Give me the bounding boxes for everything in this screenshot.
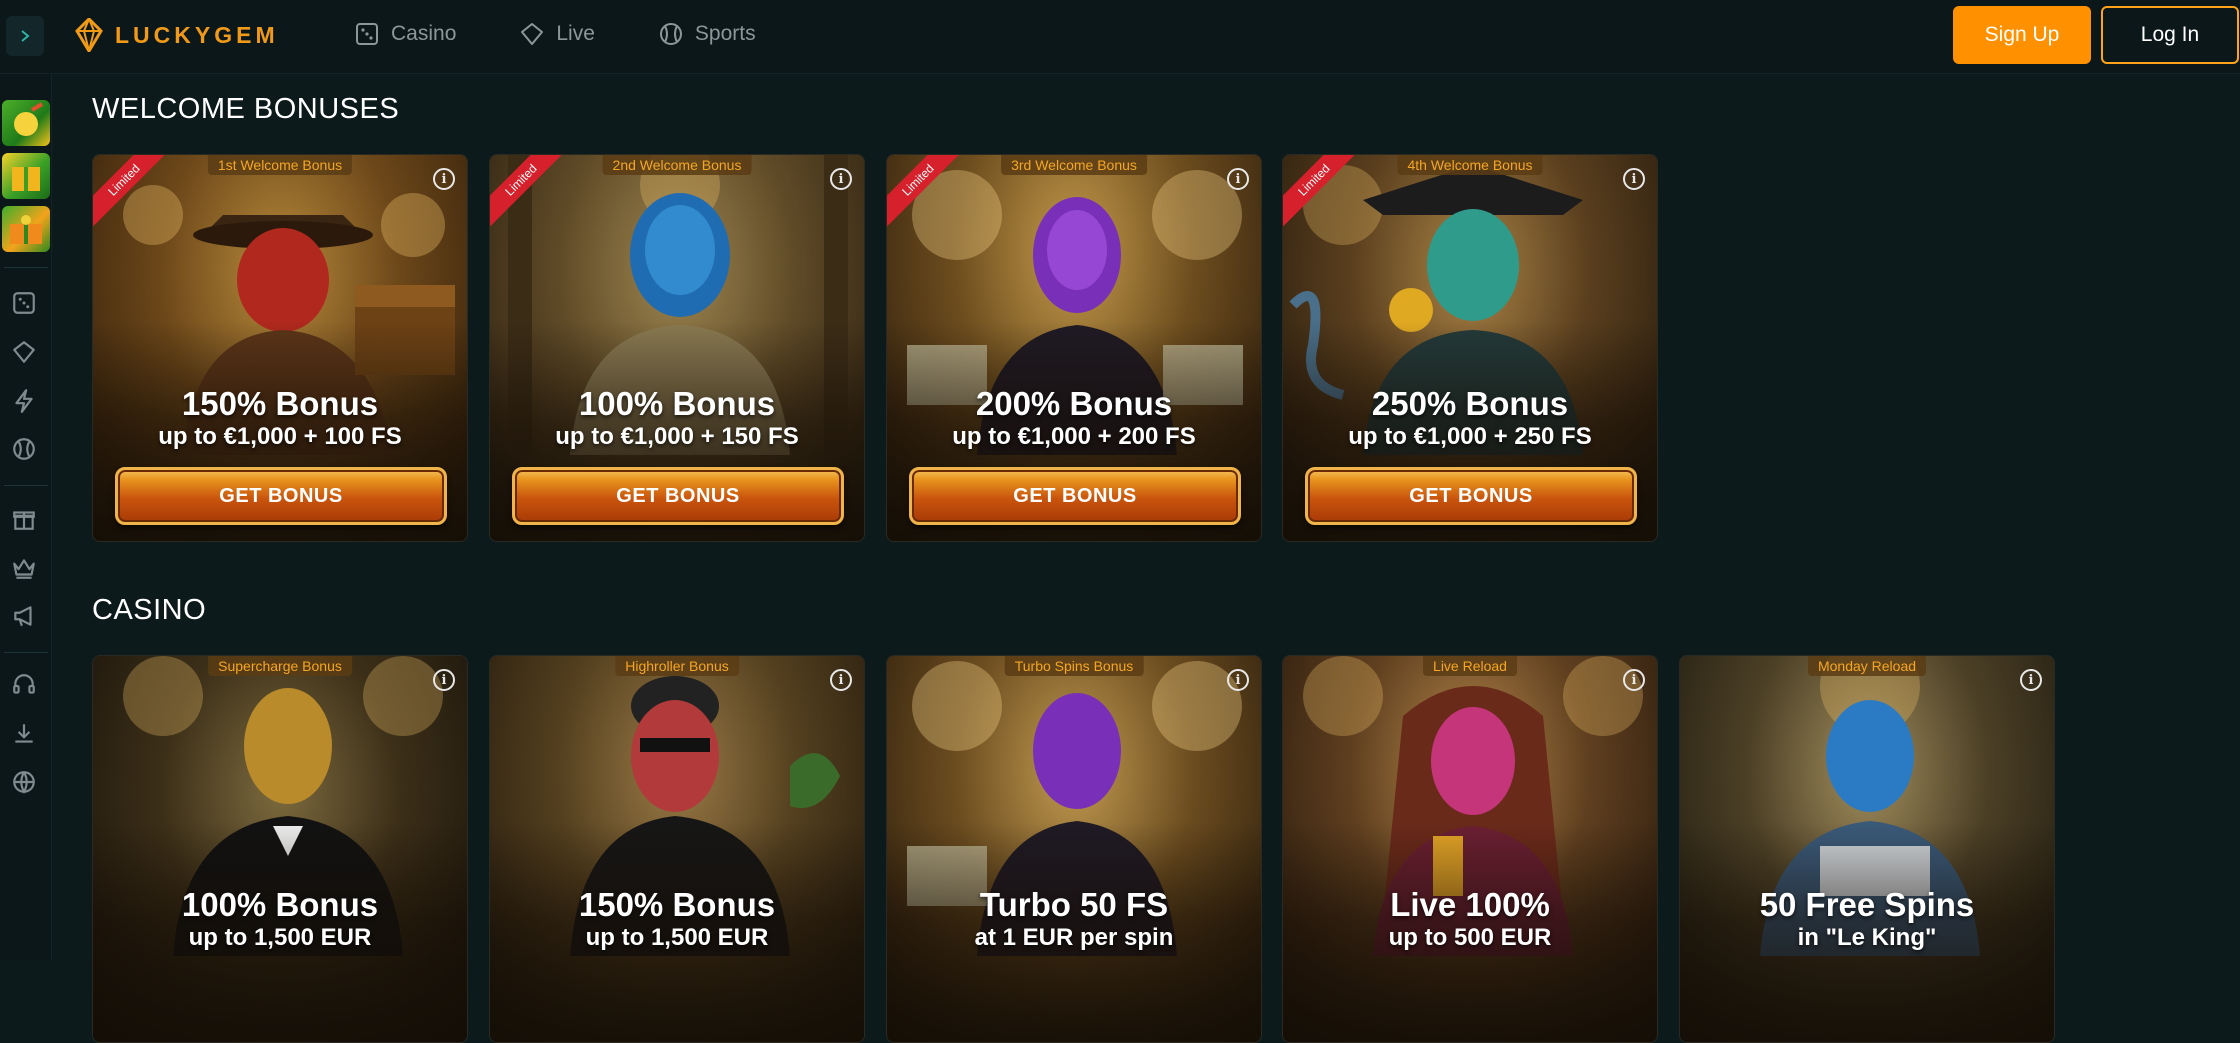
get-bonus-button[interactable]: GET BONUS (512, 467, 844, 525)
promo-icon (14, 102, 44, 136)
get-bonus-button[interactable]: GET BONUS (1305, 467, 1637, 525)
lightning-icon (15, 389, 33, 413)
bonus-card[interactable]: Limited 3rd Welcome Bonus i 200% Bonus u… (886, 154, 1262, 542)
bonus-title: 100% Bonus (578, 385, 776, 422)
nav-sports-label: Sports (694, 22, 756, 45)
headset-icon (13, 674, 35, 694)
sidebar-item-fast[interactable] (11, 388, 37, 414)
sidebar-item-vip[interactable] (11, 555, 37, 581)
nav-sports[interactable]: Sports (659, 22, 756, 46)
sidebar-item-language[interactable] (11, 769, 37, 795)
bonus-subtitle: up to €1,000 + 250 FS (1348, 423, 1592, 450)
sidebar-item-download[interactable] (11, 721, 37, 747)
sidebar-item-promotions[interactable] (11, 506, 37, 532)
casino-bonus-card[interactable]: Turbo Spins Bonus i Turbo 50 FS at 1 EUR… (886, 655, 1262, 1043)
info-icon[interactable]: i (830, 168, 852, 190)
bonus-title: 200% Bonus (975, 385, 1173, 422)
info-icon[interactable]: i (1623, 669, 1645, 691)
sidebar-promo-tile[interactable] (2, 206, 50, 252)
bonus-title: 50 Free Spins (1759, 886, 1975, 923)
card-tab-label: Supercharge Bonus (208, 656, 352, 676)
bonus-card[interactable]: Limited 1st Welcome Bonus i 150% Bonus u… (92, 154, 468, 542)
bonus-card[interactable]: Limited 2nd Welcome Bonus i 100% Bonus u… (489, 154, 865, 542)
casino-bonus-card[interactable]: Supercharge Bonus i 100% Bonus up to 1,5… (92, 655, 468, 1043)
bonus-title: Live 100% (1390, 886, 1550, 923)
logo[interactable]: LUCKYGEM (75, 18, 279, 52)
main-nav: Casino Live Sports (355, 22, 820, 46)
sidebar-divider (4, 267, 48, 268)
card-tab-label: Turbo Spins Bonus (1004, 656, 1144, 676)
casino-bonus-card[interactable]: Highroller Bonus i 150% Bonus up to 1,50… (489, 655, 865, 1043)
bonus-subtitle: up to 1,500 EUR (585, 924, 769, 951)
bonus-subtitle: up to 500 EUR (1388, 924, 1552, 951)
info-icon[interactable]: i (1623, 168, 1645, 190)
download-icon (15, 724, 33, 743)
gift-box-icon (12, 167, 40, 191)
card-tab-label: 2nd Welcome Bonus (602, 155, 752, 175)
info-icon[interactable]: i (830, 669, 852, 691)
top-header: LUCKYGEM Casino Live Sports Sign Up Log … (0, 0, 2240, 74)
diamond-icon (521, 23, 544, 45)
card-tab-label: 1st Welcome Bonus (207, 155, 353, 175)
card-tab-label: Live Reload (1423, 656, 1517, 676)
dice-icon (13, 292, 35, 314)
nav-casino-label: Casino (391, 22, 457, 45)
bonus-title: 150% Bonus (578, 886, 776, 923)
dice-icon (356, 23, 378, 45)
bonus-subtitle: up to 1,500 EUR (188, 924, 372, 951)
section-title-welcome: WELCOME BONUSES (92, 93, 400, 125)
bonus-title: 250% Bonus (1371, 385, 1569, 422)
get-bonus-button[interactable]: GET BONUS (115, 467, 447, 525)
diamond-icon (13, 341, 35, 363)
globe-icon (13, 771, 35, 794)
info-icon[interactable]: i (2020, 669, 2042, 691)
sidebar-divider (4, 652, 48, 653)
bonus-title: 100% Bonus (181, 886, 379, 923)
bonus-title: Turbo 50 FS (979, 886, 1169, 923)
section-title-casino: CASINO (92, 594, 207, 626)
logo-text: LUCKYGEM (115, 21, 279, 48)
bonus-title: 150% Bonus (181, 385, 379, 422)
nav-live-label: Live (556, 22, 595, 45)
get-bonus-button[interactable]: GET BONUS (909, 467, 1241, 525)
card-tab-label: Highroller Bonus (615, 656, 739, 676)
bonus-subtitle: in "Le King" (1797, 924, 1937, 951)
bonus-card[interactable]: Limited 4th Welcome Bonus i 250% Bonus u… (1282, 154, 1658, 542)
sidebar-item-news[interactable] (11, 603, 37, 629)
card-tab-label: 3rd Welcome Bonus (1001, 155, 1147, 175)
nav-live[interactable]: Live (520, 22, 595, 46)
gift-icon (13, 511, 35, 530)
casino-bonus-card[interactable]: Live Reload i Live 100% up to 500 EUR (1282, 655, 1658, 1043)
casino-bonus-card[interactable]: Monday Reload i 50 Free Spins in "Le Kin… (1679, 655, 2055, 1043)
sidebar-promo-tile[interactable] (2, 153, 50, 199)
nav-casino[interactable]: Casino (355, 22, 456, 46)
info-icon[interactable]: i (433, 669, 455, 691)
chevron-right-icon (21, 30, 30, 42)
ball-icon (659, 23, 682, 45)
card-tab-label: Monday Reload (1807, 656, 1927, 676)
ball-icon (13, 438, 35, 460)
bonus-subtitle: at 1 EUR per spin (974, 924, 1174, 951)
bonus-subtitle: up to €1,000 + 150 FS (555, 423, 799, 450)
sidebar-divider (4, 485, 48, 486)
sidebar-item-sports[interactable] (11, 436, 37, 462)
bonus-subtitle: up to €1,000 + 200 FS (952, 423, 1196, 450)
info-icon[interactable]: i (1227, 669, 1249, 691)
signup-button[interactable]: Sign Up (1953, 6, 2091, 64)
info-icon[interactable]: i (433, 168, 455, 190)
sidebar-item-live[interactable] (11, 339, 37, 365)
bonus-subtitle: up to €1,000 + 100 FS (158, 423, 402, 450)
sidebar (0, 74, 52, 960)
gift-icon (10, 215, 42, 244)
sidebar-toggle-button[interactable] (6, 16, 44, 56)
login-button[interactable]: Log In (2101, 6, 2239, 64)
sidebar-item-casino[interactable] (11, 290, 37, 316)
crown-icon (13, 559, 35, 579)
sidebar-item-support[interactable] (11, 672, 37, 698)
megaphone-icon (14, 606, 32, 627)
gem-logo-icon (75, 18, 103, 52)
sidebar-promo-tile[interactable] (2, 100, 50, 146)
card-tab-label: 4th Welcome Bonus (1397, 155, 1543, 175)
info-icon[interactable]: i (1227, 168, 1249, 190)
